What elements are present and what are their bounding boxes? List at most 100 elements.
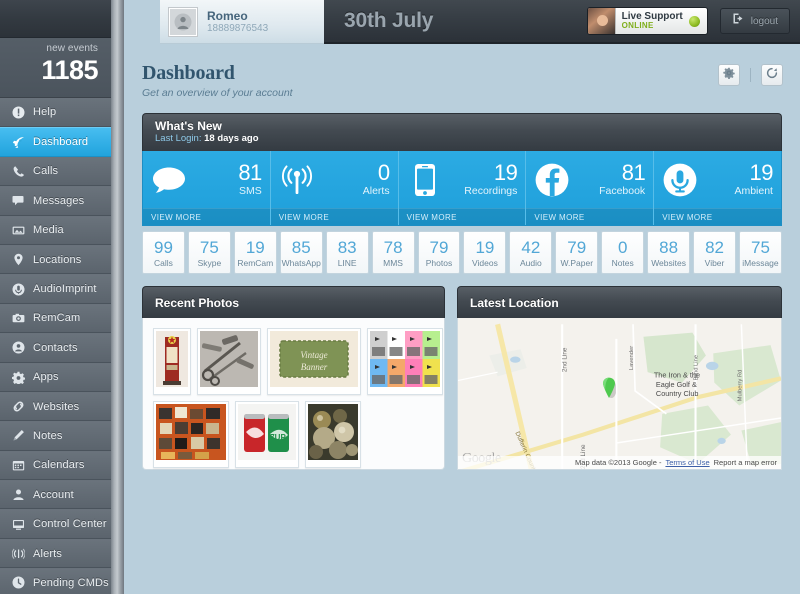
settings-button[interactable] — [718, 64, 740, 86]
sidebar-item-contacts[interactable]: Contacts — [0, 333, 111, 363]
sidebar-item-remcam[interactable]: RemCam — [0, 303, 111, 334]
counter-label: Audio — [519, 258, 542, 268]
counter-websites[interactable]: 88 Websites — [647, 231, 691, 274]
counter-label: Photos — [425, 258, 453, 268]
stat-tile-main: 19 Ambient — [654, 151, 781, 208]
page-subtitle: Get an overview of your account — [142, 87, 293, 99]
live-support-button[interactable]: Live Support ONLINE — [586, 7, 708, 35]
counter-value: 19 — [475, 238, 495, 257]
header-divider — [750, 68, 751, 82]
counter-viber[interactable]: 82 Viber — [693, 231, 736, 274]
sidebar-item-label: Calendars — [33, 459, 85, 472]
pop-art-grid-photo[interactable] — [367, 328, 443, 395]
sidebar-item-label: Control Center — [33, 518, 107, 531]
report-map-error-link[interactable]: Report a map error — [714, 458, 777, 467]
counter-label: iMessage — [742, 258, 779, 268]
stat-tile-recordings[interactable]: 19 Recordings VIEW MORE — [398, 151, 527, 225]
pen-icon — [11, 429, 25, 443]
sidebar-item-calendars[interactable]: Calendars — [0, 450, 111, 481]
gear-icon — [11, 370, 25, 384]
counter-label: MMS — [383, 258, 403, 268]
sidebar-item-messages[interactable]: Messages — [0, 186, 111, 216]
refresh-button[interactable] — [761, 64, 783, 86]
sidebar-item-locations[interactable]: Locations — [0, 244, 111, 275]
stat-tile-alerts[interactable]: 0 Alerts VIEW MORE — [270, 151, 399, 225]
camera-icon — [11, 311, 25, 325]
sidebar-item-label: Help — [33, 106, 57, 119]
status-online-dot — [688, 15, 700, 27]
stat-tile-ambient[interactable]: 19 Ambient VIEW MORE — [654, 151, 781, 225]
smartphone-icon — [407, 163, 443, 197]
sidebar-item-calls[interactable]: Calls — [0, 156, 111, 187]
counter-whatsapp[interactable]: 85 WhatsApp — [279, 231, 323, 274]
user-card[interactable]: Romeo 18889876543 — [160, 0, 324, 44]
view-more-link[interactable]: VIEW MORE — [270, 208, 398, 225]
hats-display-photo[interactable] — [153, 401, 229, 468]
counters-row: 99 Calls 75 Skype 19 RemCam 85 WhatsApp 83 LINE 78… — [142, 231, 782, 274]
counter-label: RemCam — [237, 258, 274, 268]
whats-new-title: What's New — [155, 119, 222, 133]
sidebar-item-audioimprint[interactable]: AudioImprint — [0, 274, 111, 304]
counter-mms[interactable]: 78 MMS — [371, 231, 415, 274]
sidebar-item-media[interactable]: Media — [0, 215, 111, 245]
counter-calls[interactable]: 99 Calls — [142, 231, 185, 274]
map-view[interactable]: 2nd Line 2nd Line Dufferin County Road 1… — [457, 318, 782, 470]
vintage-banner-photo[interactable]: Vintage Banner — [267, 328, 361, 395]
app-root: new events 1185 Help Dashboard Calls Messag… — [0, 0, 800, 594]
header-buttons — [718, 64, 783, 86]
sidebar-item-help[interactable]: Help — [0, 98, 111, 128]
logout-icon — [732, 12, 745, 30]
counter-notes[interactable]: 0 Notes — [601, 231, 645, 274]
counter-value: 88 — [659, 238, 679, 257]
photo-thumbnail-image — [308, 404, 358, 465]
date-bar: 30th July Live Support ONLINE logout — [324, 0, 800, 44]
counter-imessage[interactable]: 75 iMessage — [738, 231, 782, 274]
svg-text:2nd Line: 2nd Line — [561, 347, 568, 372]
counter-photos[interactable]: 79 Photos — [417, 231, 461, 274]
counter-videos[interactable]: 19 Videos — [463, 231, 507, 274]
view-more-link[interactable]: VIEW MORE — [398, 208, 526, 225]
broadcast-icon — [279, 164, 315, 195]
logout-button[interactable]: logout — [719, 8, 790, 34]
counter-line[interactable]: 83 LINE — [325, 231, 369, 274]
stat-tile-value: 0 — [377, 160, 390, 186]
counter-w-paper[interactable]: 79 W.Paper — [555, 231, 599, 274]
counter-label: Calls — [154, 258, 173, 268]
counter-value: 85 — [291, 238, 311, 257]
ornaments-photo[interactable] — [305, 401, 361, 468]
dashboard-header: Dashboard Get an overview of your accoun… — [124, 46, 800, 109]
counter-value: 78 — [383, 238, 403, 257]
sidebar-item-apps[interactable]: Apps — [0, 362, 111, 392]
sidebar-item-dashboard[interactable]: Dashboard — [0, 127, 111, 157]
page-scrollbar[interactable] — [795, 46, 800, 594]
sidebar-item-notes[interactable]: Notes — [0, 421, 111, 451]
sidebar-item-control-center[interactable]: Control Center — [0, 509, 111, 539]
counter-value: 79 — [429, 238, 449, 257]
gas-pump-photo[interactable] — [153, 328, 191, 395]
dashboard-icon — [11, 135, 25, 149]
new-events-label: new events — [46, 43, 98, 54]
phone-icon — [11, 164, 25, 178]
view-more-link[interactable]: VIEW MORE — [143, 208, 270, 225]
sidebar-item-websites[interactable]: Websites — [0, 391, 111, 422]
view-more-link[interactable]: VIEW MORE — [526, 208, 654, 225]
stat-tile-facebook[interactable]: 81 Facebook VIEW MORE — [526, 151, 655, 225]
terms-of-use-link[interactable]: Terms of Use — [665, 458, 709, 467]
stat-tile-value: 19 — [749, 160, 774, 186]
sidebar-item-alerts[interactable]: Alerts — [0, 538, 111, 569]
stat-tile-label: Alerts — [362, 185, 390, 198]
vintage-tools-photo[interactable] — [197, 328, 261, 395]
stat-tile-main: 81 SMS — [143, 151, 270, 208]
sidebar-item-pending-cmds[interactable]: Pending CMDs — [0, 568, 111, 594]
sidebar-item-account[interactable]: Account — [0, 480, 111, 510]
counter-skype[interactable]: 75 Skype — [187, 231, 231, 274]
view-more-link[interactable]: VIEW MORE — [654, 208, 781, 225]
counter-audio[interactable]: 42 Audio — [509, 231, 553, 274]
counter-label: W.Paper — [560, 258, 594, 268]
counter-remcam[interactable]: 19 RemCam — [233, 231, 277, 274]
soda-cans-photo[interactable]: 7UP — [235, 401, 299, 468]
stat-tile-sms[interactable]: 81 SMS VIEW MORE — [143, 151, 271, 225]
recent-photos-body: Vintage Banner 7UP — [142, 318, 445, 470]
stat-tile-values: 19 Ambient — [734, 162, 773, 197]
counter-label: Skype — [197, 258, 222, 268]
